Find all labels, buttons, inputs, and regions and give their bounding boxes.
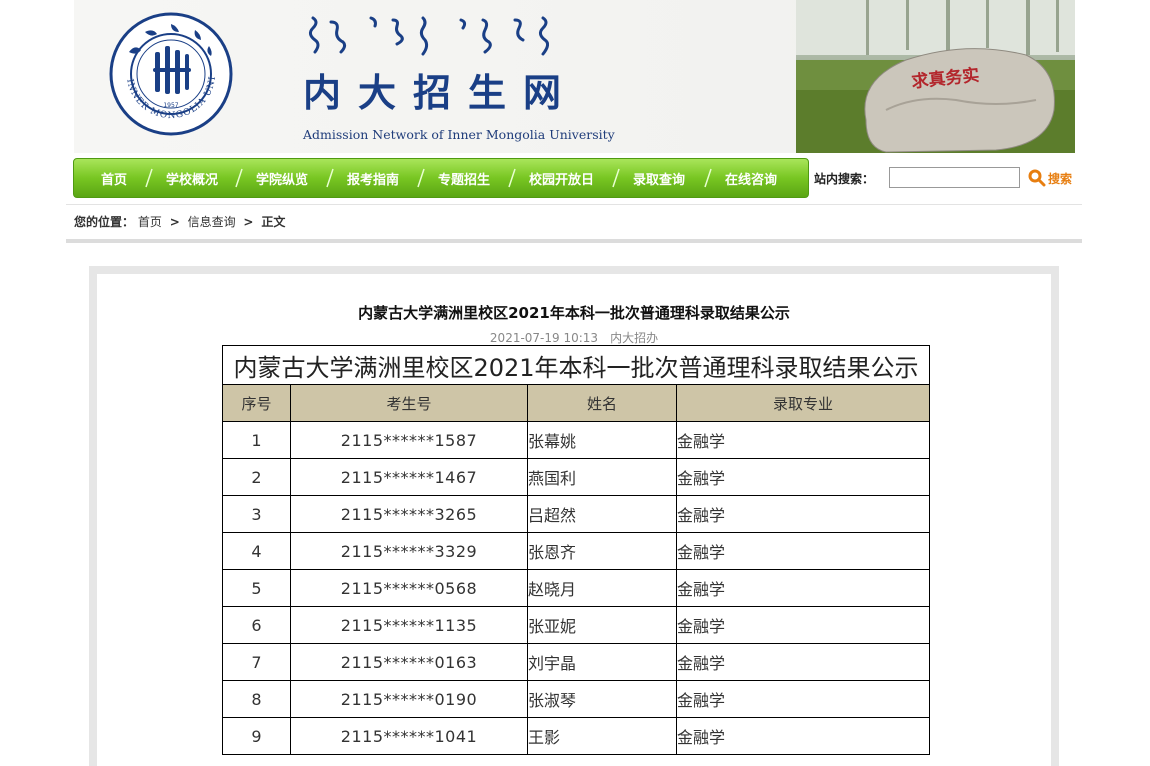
search-label: 站内搜索： bbox=[814, 172, 875, 186]
search-button-label: 搜索 bbox=[1048, 172, 1073, 186]
breadcrumb-separator: > bbox=[169, 215, 180, 229]
cell-exam-id: 2115******3265 bbox=[290, 495, 528, 533]
site-subtitle: Admission Network of Inner Mongolia Univ… bbox=[303, 127, 615, 142]
cell-major: 金融学 bbox=[676, 569, 930, 607]
cell-name: 王影 bbox=[527, 717, 677, 755]
nav-separator bbox=[234, 168, 243, 188]
column-header-exam-id: 考生号 bbox=[290, 384, 528, 422]
cell-major: 金融学 bbox=[676, 532, 930, 570]
column-header-index: 序号 bbox=[222, 384, 291, 422]
cell-name: 赵晓月 bbox=[527, 569, 677, 607]
cell-index: 7 bbox=[222, 643, 291, 681]
table-row: 8 2115******0190 张淑琴 金融学 bbox=[222, 680, 930, 718]
divider bbox=[66, 239, 1082, 243]
breadcrumb-separator: > bbox=[243, 215, 254, 229]
site-title[interactable]: 内大招生网 bbox=[303, 70, 578, 116]
cell-name: 张恩齐 bbox=[527, 532, 677, 570]
cell-index: 2 bbox=[222, 458, 291, 496]
column-header-name: 姓名 bbox=[527, 384, 677, 422]
article-container: 内蒙古大学满洲里校区2021年本科一批次普通理科录取结果公示 2021-07-1… bbox=[97, 274, 1051, 766]
table-row: 1 2115******1587 张幕姚 金融学 bbox=[222, 421, 930, 459]
table-caption-row: 内蒙古大学满洲里校区2021年本科一批次普通理科录取结果公示 bbox=[222, 345, 930, 385]
nav-separator bbox=[507, 168, 516, 188]
nav-separator bbox=[416, 168, 425, 188]
nav-item-about[interactable]: 学校概况 bbox=[166, 169, 218, 188]
site-header: INNER MONGOLIA UNIVERSITY 1957 bbox=[74, 0, 1075, 153]
cell-name: 燕国利 bbox=[527, 458, 677, 496]
cell-exam-id: 2115******1587 bbox=[290, 421, 528, 459]
breadcrumb-label: 您的位置： bbox=[74, 215, 135, 229]
article-date: 2021-07-19 10:13 bbox=[489, 331, 599, 345]
divider bbox=[66, 204, 1082, 205]
university-seal-logo[interactable]: INNER MONGOLIA UNIVERSITY 1957 bbox=[109, 12, 233, 136]
table-row: 7 2115******0163 刘宇晶 金融学 bbox=[222, 643, 930, 681]
nav-separator bbox=[144, 168, 153, 188]
breadcrumb-info-query[interactable]: 信息查询 bbox=[188, 215, 236, 229]
cell-major: 金融学 bbox=[676, 680, 930, 718]
search-icon bbox=[1028, 169, 1046, 187]
svg-text:1957: 1957 bbox=[163, 102, 178, 109]
cell-exam-id: 2115******1467 bbox=[290, 458, 528, 496]
table-row: 2 2115******1467 燕国利 金融学 bbox=[222, 458, 930, 496]
breadcrumb: 您的位置： 首页 > 信息查询 > 正文 bbox=[74, 213, 285, 230]
article-meta: 2021-07-19 10:13 内大招办 bbox=[97, 329, 1051, 346]
article-source: 内大招办 bbox=[610, 331, 659, 345]
cell-index: 3 bbox=[222, 495, 291, 533]
table-header-row: 序号 考生号 姓名 录取专业 bbox=[222, 384, 930, 422]
table-row: 5 2115******0568 赵晓月 金融学 bbox=[222, 569, 930, 607]
cell-index: 9 bbox=[222, 717, 291, 755]
cell-name: 刘宇晶 bbox=[527, 643, 677, 681]
nav-item-online-consult[interactable]: 在线咨询 bbox=[725, 169, 777, 188]
breadcrumb-current: 正文 bbox=[261, 215, 286, 229]
nav-item-guide[interactable]: 报考指南 bbox=[347, 169, 399, 188]
nav-item-special[interactable]: 专题招生 bbox=[438, 169, 490, 188]
search-input[interactable] bbox=[889, 167, 1020, 188]
table-row: 4 2115******3329 张恩齐 金融学 bbox=[222, 532, 930, 570]
cell-exam-id: 2115******1135 bbox=[290, 606, 528, 644]
cell-major: 金融学 bbox=[676, 495, 930, 533]
cell-index: 4 bbox=[222, 532, 291, 570]
cell-index: 1 bbox=[222, 421, 291, 459]
breadcrumb-home[interactable]: 首页 bbox=[138, 215, 162, 229]
cell-exam-id: 2115******0568 bbox=[290, 569, 528, 607]
cell-major: 金融学 bbox=[676, 643, 930, 681]
mongolian-script-title bbox=[308, 16, 550, 56]
cell-index: 6 bbox=[222, 606, 291, 644]
table-row: 9 2115******1041 王影 金融学 bbox=[222, 717, 930, 755]
nav-item-colleges[interactable]: 学院纵览 bbox=[256, 169, 308, 188]
header-campus-photo: 求真务实 bbox=[796, 0, 1075, 153]
article-title: 内蒙古大学满洲里校区2021年本科一批次普通理科录取结果公示 bbox=[358, 304, 790, 322]
cell-major: 金融学 bbox=[676, 458, 930, 496]
cell-exam-id: 2115******3329 bbox=[290, 532, 528, 570]
nav-separator bbox=[703, 168, 712, 188]
content-panel: 内蒙古大学满洲里校区2021年本科一批次普通理科录取结果公示 2021-07-1… bbox=[89, 266, 1059, 766]
column-header-major: 录取专业 bbox=[676, 384, 930, 422]
cell-index: 5 bbox=[222, 569, 291, 607]
main-nav: 首页 学校概况 学院纵览 报考指南 专题招生 校园开放日 录取查询 在线咨询 bbox=[73, 158, 809, 198]
cell-index: 8 bbox=[222, 680, 291, 718]
cell-major: 金融学 bbox=[676, 717, 930, 755]
cell-name: 张幕姚 bbox=[527, 421, 677, 459]
nav-item-admission-query[interactable]: 录取查询 bbox=[633, 169, 685, 188]
cell-exam-id: 2115******0190 bbox=[290, 680, 528, 718]
nav-separator bbox=[611, 168, 620, 188]
nav-item-home[interactable]: 首页 bbox=[101, 169, 127, 188]
cell-name: 吕超然 bbox=[527, 495, 677, 533]
cell-name: 张亚妮 bbox=[527, 606, 677, 644]
table-caption: 内蒙古大学满洲里校区2021年本科一批次普通理科录取结果公示 bbox=[222, 345, 930, 385]
admission-results-table: 内蒙古大学满洲里校区2021年本科一批次普通理科录取结果公示 序号 考生号 姓名… bbox=[222, 345, 930, 755]
cell-exam-id: 2115******1041 bbox=[290, 717, 528, 755]
table-row: 3 2115******3265 吕超然 金融学 bbox=[222, 495, 930, 533]
cell-major: 金融学 bbox=[676, 606, 930, 644]
table-row: 6 2115******1135 张亚妮 金融学 bbox=[222, 606, 930, 644]
cell-exam-id: 2115******0163 bbox=[290, 643, 528, 681]
cell-major: 金融学 bbox=[676, 421, 930, 459]
cell-name: 张淑琴 bbox=[527, 680, 677, 718]
nav-separator bbox=[325, 168, 334, 188]
nav-item-openday[interactable]: 校园开放日 bbox=[529, 169, 594, 188]
